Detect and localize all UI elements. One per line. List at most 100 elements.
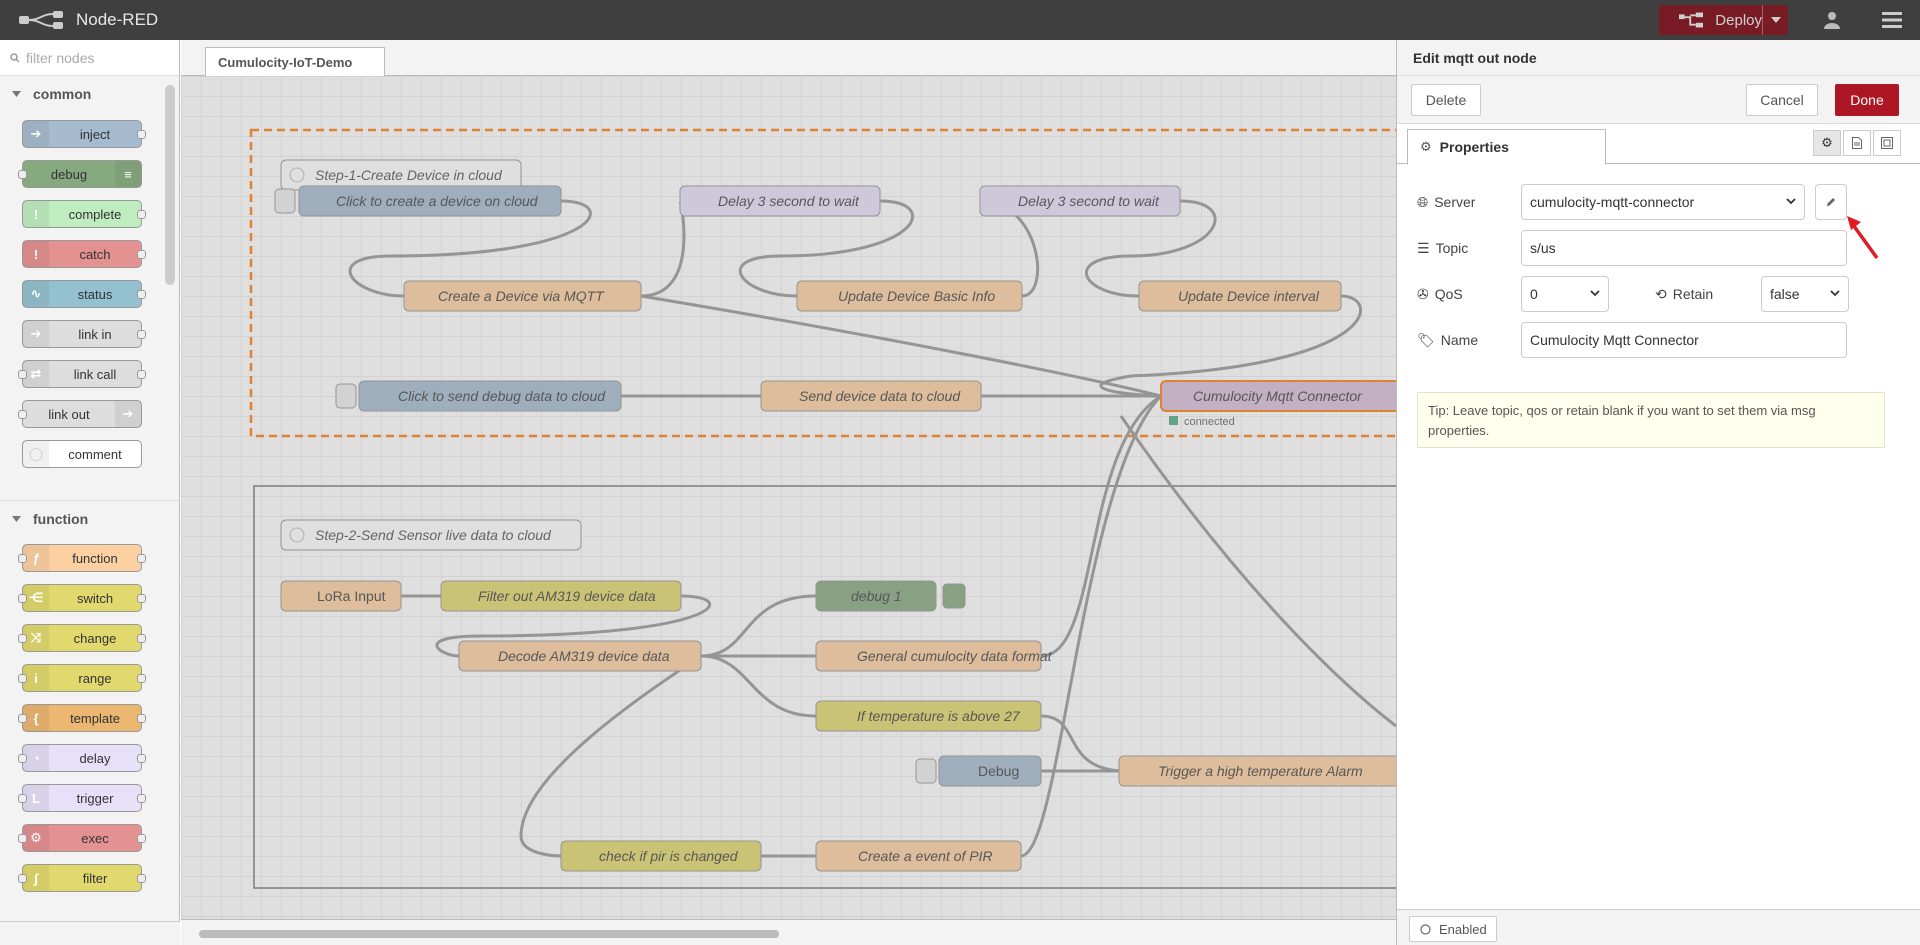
tip-box: Tip: Leave topic, qos or retain blank if… bbox=[1417, 392, 1885, 448]
palette-node-debug[interactable]: debug ≡ bbox=[18, 160, 142, 188]
output-port bbox=[137, 674, 146, 683]
palette-node-status[interactable]: ∿ status bbox=[22, 280, 146, 308]
qos-select[interactable]: 0 bbox=[1521, 276, 1609, 312]
tray-tabs: ⚙ Properties ⚙ bbox=[1397, 124, 1920, 165]
node-label: debug bbox=[50, 166, 88, 182]
retain-select[interactable]: false bbox=[1761, 276, 1849, 312]
enabled-toggle[interactable]: Enabled bbox=[1409, 916, 1497, 942]
output-port bbox=[137, 370, 146, 379]
gear-icon: ⚙ bbox=[1420, 139, 1432, 154]
edit-tray: Edit mqtt out node Delete Cancel Done ⚙ … bbox=[1396, 40, 1920, 945]
workspace-footer bbox=[181, 919, 1396, 945]
chevron-down-icon bbox=[12, 515, 21, 522]
palette-node-change[interactable]: ⤨ change bbox=[18, 624, 146, 652]
main-menu-button[interactable] bbox=[1872, 0, 1912, 40]
deploy-main[interactable]: Deploy bbox=[1659, 12, 1762, 29]
palette-node-exec[interactable]: ⚙ exec bbox=[18, 824, 146, 852]
tab-cumulocity-iot-demo[interactable]: Cumulocity-IoT-Demo bbox=[205, 47, 385, 77]
output-port bbox=[137, 834, 146, 843]
node-description-tab-icon[interactable] bbox=[1843, 130, 1871, 156]
node-label: switch bbox=[76, 590, 114, 606]
deploy-button[interactable]: Deploy bbox=[1659, 5, 1788, 35]
palette-node-filter[interactable]: ∫ filter bbox=[18, 864, 146, 892]
hamburger-icon bbox=[1882, 12, 1902, 28]
qos-label: QoS bbox=[1434, 286, 1463, 302]
workspace: Cumulocity-IoT-Demo Step-1-Create Device… bbox=[181, 40, 1396, 945]
input-port bbox=[18, 794, 27, 803]
palette-node-catch[interactable]: ! catch bbox=[22, 240, 146, 268]
flow-canvas[interactable]: Step-1-Create Device in cloud Step-2-Sen… bbox=[181, 76, 1396, 919]
server-label: Server bbox=[1434, 194, 1476, 210]
palette-node-comment[interactable]: ◯ comment bbox=[22, 440, 142, 468]
node-label: complete bbox=[68, 206, 122, 222]
cancel-button[interactable]: Cancel bbox=[1746, 84, 1818, 116]
palette-node-template[interactable]: {template bbox=[18, 704, 146, 732]
palette-node-delay[interactable]: ◔ delay bbox=[18, 744, 146, 772]
tag-icon: 🏷︎ bbox=[1417, 331, 1435, 348]
retain-label-wrap: ⟲ Retain bbox=[1655, 286, 1761, 303]
node-label: function bbox=[72, 550, 118, 566]
red-arrow-annotation bbox=[1847, 216, 1879, 260]
palette-node-switch[interactable]: ⋲ switch bbox=[18, 584, 146, 612]
node-label: trigger bbox=[76, 790, 114, 806]
node-appearance-tab-icon[interactable] bbox=[1873, 130, 1901, 156]
palette-filter[interactable]: filter nodes bbox=[0, 40, 179, 76]
empire-icon: ✇ bbox=[1417, 285, 1429, 302]
palette-node-range[interactable]: i range bbox=[18, 664, 146, 692]
output-port bbox=[137, 714, 146, 723]
input-port bbox=[18, 834, 27, 843]
palette-node-complete[interactable]: ! complete bbox=[22, 200, 146, 228]
delete-button[interactable]: Delete bbox=[1411, 84, 1481, 116]
chevron-down-icon bbox=[12, 91, 21, 97]
input-port bbox=[18, 410, 27, 419]
output-port bbox=[137, 210, 146, 219]
tab-properties[interactable]: ⚙ Properties bbox=[1407, 129, 1606, 165]
arrow-right-icon: ➔ bbox=[23, 121, 49, 147]
chevron-down-icon bbox=[1590, 290, 1600, 297]
input-port bbox=[18, 170, 27, 179]
node-label: status bbox=[77, 286, 113, 302]
palette-node-link-out[interactable]: link out ➔ bbox=[18, 400, 142, 428]
tab-label: Properties bbox=[1439, 139, 1509, 155]
palette-category-common[interactable]: common bbox=[0, 76, 179, 112]
node-label: exec bbox=[81, 830, 109, 846]
node-label: template bbox=[70, 710, 120, 726]
palette-footer bbox=[0, 921, 180, 945]
tray-footer: Enabled bbox=[1397, 909, 1920, 945]
server-select[interactable]: cumulocity-mqtt-connector bbox=[1521, 184, 1805, 220]
list-icon: ≡ bbox=[115, 161, 141, 187]
palette-node-function[interactable]: ƒ function bbox=[18, 544, 146, 572]
pencil-icon bbox=[1827, 198, 1835, 206]
palette-node-link-call[interactable]: ⇄ link call bbox=[18, 360, 146, 388]
tray-toolbar: Delete Cancel Done bbox=[1397, 76, 1920, 124]
palette-category-function[interactable]: function bbox=[0, 500, 179, 536]
palette-node-trigger[interactable]: Ltrigger bbox=[18, 784, 146, 812]
caret-down-icon bbox=[1770, 17, 1781, 23]
comment-icon: ◯ bbox=[23, 441, 49, 467]
category-label: common bbox=[33, 86, 92, 102]
palette-node-link-in[interactable]: ➔ link in bbox=[22, 320, 146, 348]
output-port bbox=[137, 130, 146, 139]
name-input[interactable]: Cumulocity Mqtt Connector bbox=[1521, 322, 1847, 358]
palette-node-inject[interactable]: ➔ inject bbox=[22, 120, 146, 148]
node-properties-tab-icon[interactable]: ⚙ bbox=[1813, 130, 1841, 156]
topic-input[interactable]: s/us bbox=[1521, 230, 1847, 266]
node-label: range bbox=[78, 670, 112, 686]
input-port bbox=[18, 370, 27, 379]
palette: filter nodes common ➔ inject debug ≡ ! comp… bbox=[0, 40, 180, 945]
node-label: inject bbox=[79, 126, 111, 142]
node-label: catch bbox=[79, 246, 111, 262]
user-button[interactable] bbox=[1812, 0, 1852, 40]
pulse-icon: ∿ bbox=[23, 281, 49, 307]
topic-value: s/us bbox=[1530, 240, 1556, 256]
node-label: delay bbox=[79, 750, 111, 766]
link-arrow-icon: ➔ bbox=[115, 401, 141, 427]
search-icon bbox=[10, 52, 20, 63]
palette-scrollbar[interactable] bbox=[165, 85, 175, 285]
deploy-menu-caret[interactable] bbox=[1762, 5, 1788, 35]
circle-icon bbox=[1420, 923, 1431, 935]
category-label: function bbox=[33, 510, 89, 527]
horizontal-scrollbar[interactable] bbox=[199, 930, 779, 938]
done-button[interactable]: Done bbox=[1835, 84, 1899, 116]
node-label: filter bbox=[82, 870, 108, 886]
